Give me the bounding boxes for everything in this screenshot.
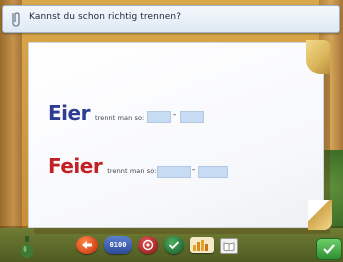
confirm-button[interactable] [316,238,342,260]
checkmark-icon [323,244,335,255]
syllable-input-1[interactable] [147,111,171,123]
back-arrow-icon [82,241,92,249]
target-word: Feier [48,154,103,178]
check-icon [168,241,180,250]
app-stage: Kannst du schon richtig trennen? Eier tr… [0,0,343,262]
book-icon [223,242,235,251]
help-button[interactable] [138,236,158,254]
worksheet-paper [28,42,324,228]
exercise-row-feier: Feier trennt man so: [48,154,157,178]
paper-curl-top-right [306,40,330,74]
paperclip-icon [12,12,20,27]
syllable-input-1[interactable] [157,166,191,178]
bottle-icon [21,236,33,258]
syllable-input-2[interactable] [180,111,204,123]
title-bar: Kannst du schon richtig trennen? [2,5,340,33]
exercise-row-eier: Eier trennt man so: [48,101,144,125]
bottom-toolbar: 0100 [70,234,270,256]
statistics-button[interactable] [190,237,214,253]
instruction-phrase: trennt man so: [94,114,145,122]
help-icon [142,239,154,251]
syllable-separator: - [173,110,177,120]
left-wooden-post [0,0,22,240]
back-button[interactable] [76,236,98,254]
instruction-phrase: trennt man so: [107,167,157,175]
book-button[interactable] [220,238,238,254]
score-counter: 0100 [104,236,132,254]
syllable-input-2[interactable] [198,166,228,178]
statistics-icon [193,240,208,251]
counter-value: 0100 [109,241,127,249]
paper-curl-bottom-right [308,200,332,230]
target-word: Eier [48,101,90,125]
window-title: Kannst du schon richtig trennen? [29,12,182,22]
check-button[interactable] [164,236,184,254]
syllable-separator: - [192,165,196,175]
